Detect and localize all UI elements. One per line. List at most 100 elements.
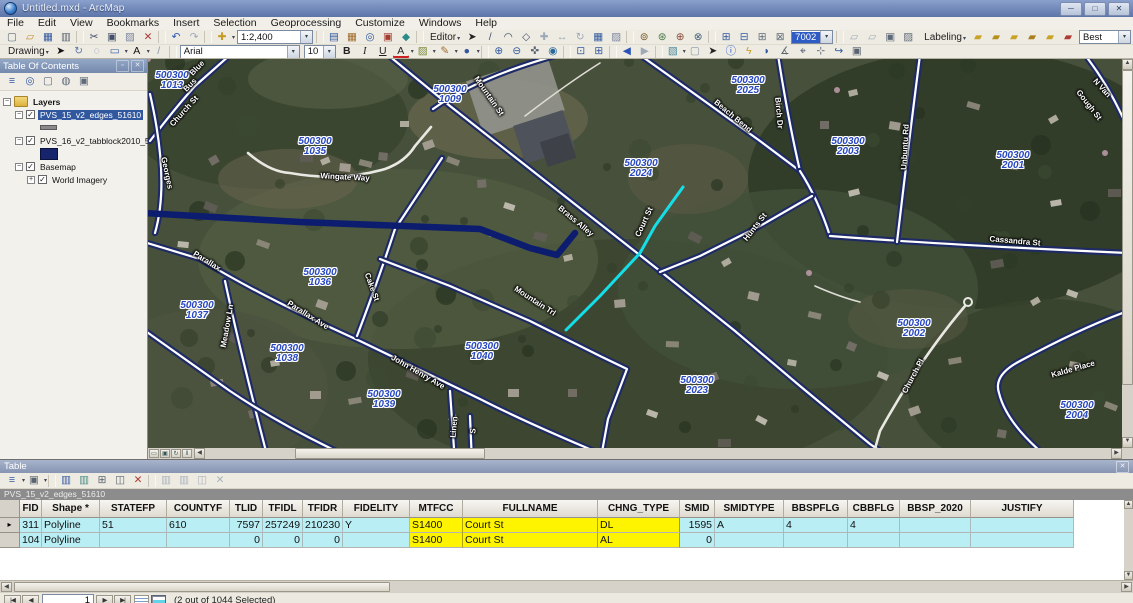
grid-tool-1-icon[interactable]: ⊞ bbox=[717, 30, 735, 45]
undo-icon[interactable]: ↶ bbox=[167, 30, 185, 45]
pause-drawing-icon[interactable]: ‖ bbox=[182, 449, 192, 458]
menu-geoprocessing[interactable]: Geoprocessing bbox=[264, 17, 349, 30]
layer-item[interactable]: Basemap bbox=[38, 162, 78, 172]
hscroll-thumb[interactable] bbox=[295, 448, 485, 459]
rectangle-tool-icon[interactable]: ▭ bbox=[106, 45, 124, 59]
save-icon[interactable]: ▦ bbox=[39, 30, 57, 45]
label-tool-4-icon[interactable]: ▰ bbox=[1023, 30, 1041, 45]
cell-statefp[interactable] bbox=[100, 533, 167, 548]
catalog-window-icon[interactable]: ▦ bbox=[343, 30, 361, 45]
add-data-icon[interactable]: ✚ bbox=[213, 30, 231, 45]
column-header-fidelity[interactable]: FIDELITY bbox=[343, 500, 410, 518]
grid-tool-2-icon[interactable]: ⊟ bbox=[735, 30, 753, 45]
line-tool-icon[interactable]: / bbox=[150, 45, 168, 59]
fixed-zoom-in-icon[interactable]: ⊡ bbox=[572, 45, 590, 59]
layout-view-icon[interactable]: ▣ bbox=[160, 449, 170, 458]
column-header-chng-type[interactable]: CHNG_TYPE bbox=[598, 500, 680, 518]
cell-bbsp-2020[interactable] bbox=[900, 533, 971, 548]
cell-justify[interactable] bbox=[971, 518, 1074, 533]
layer-checkbox[interactable]: ✓ bbox=[26, 162, 35, 171]
print-icon[interactable]: ▥ bbox=[57, 30, 75, 45]
editor-menu-button[interactable]: Editor▾ bbox=[425, 32, 463, 43]
cell-fidelity[interactable] bbox=[343, 533, 410, 548]
layer-checkbox[interactable]: ✓ bbox=[26, 110, 35, 119]
select-elements-icon[interactable]: ➤ bbox=[52, 45, 70, 59]
table-scroll-left-icon[interactable]: ◀ bbox=[1, 582, 12, 592]
page-tool-3-icon[interactable]: ▣ bbox=[881, 30, 899, 45]
full-extent-icon[interactable]: ◉ bbox=[544, 45, 562, 59]
bold-icon[interactable]: B bbox=[338, 45, 356, 59]
column-header-countyf[interactable]: COUNTYF bbox=[167, 500, 230, 518]
scroll-left-icon[interactable]: ◀ bbox=[194, 448, 205, 459]
page-tool-4-icon[interactable]: ▨ bbox=[899, 30, 917, 45]
minimize-button[interactable]: ─ bbox=[1060, 2, 1082, 16]
list-by-visibility-icon[interactable]: ▢ bbox=[39, 74, 57, 89]
cell-chng-type[interactable]: DL bbox=[598, 518, 680, 533]
sketch-properties-icon[interactable]: ▨ bbox=[607, 30, 625, 45]
column-header-justify[interactable]: JUSTIFY bbox=[971, 500, 1074, 518]
copy-icon[interactable]: ▣ bbox=[103, 30, 121, 45]
refresh-view-icon[interactable]: ↻ bbox=[171, 449, 181, 458]
cut-icon[interactable]: ✂ bbox=[85, 30, 103, 45]
column-header-tlid[interactable]: TLID bbox=[230, 500, 263, 518]
circle-tool-icon[interactable]: ◌ bbox=[88, 45, 106, 59]
text-tool-icon[interactable]: A bbox=[128, 45, 146, 59]
cell-chng-type[interactable]: AL bbox=[598, 533, 680, 548]
column-header-fid[interactable]: FID bbox=[20, 500, 42, 518]
menu-customize[interactable]: Customize bbox=[348, 17, 412, 30]
cell-shape-[interactable]: Polyline bbox=[42, 533, 100, 548]
label-tool-1-icon[interactable]: ▰ bbox=[969, 30, 987, 45]
menu-bookmarks[interactable]: Bookmarks bbox=[100, 17, 167, 30]
map-scale-combo[interactable]: 1:2,400▾ bbox=[237, 30, 313, 44]
search-window-icon[interactable]: ◎ bbox=[361, 30, 379, 45]
census-tool-3-icon[interactable]: ⊕ bbox=[671, 30, 689, 45]
census-tool-4-icon[interactable]: ⊗ bbox=[689, 30, 707, 45]
go-to-xy-icon[interactable]: ⊹ bbox=[812, 45, 830, 59]
cell-fid[interactable]: 311 bbox=[20, 518, 42, 533]
row-selector[interactable] bbox=[0, 533, 20, 548]
map-canvas[interactable]: 5003001013500300100950030010355003002025… bbox=[148, 59, 1133, 459]
font-name-combo[interactable]: Arial▾ bbox=[180, 45, 300, 59]
cell-smidtype[interactable]: A bbox=[715, 518, 784, 533]
cell-fidelity[interactable]: Y bbox=[343, 518, 410, 533]
label-tool-5-icon[interactable]: ▰ bbox=[1041, 30, 1059, 45]
column-header-cbbflg[interactable]: CBBFLG bbox=[848, 500, 900, 518]
census-tool-1-icon[interactable]: ⊚ bbox=[635, 30, 653, 45]
column-header-mtfcc[interactable]: MTFCC bbox=[410, 500, 463, 518]
cell-countyf[interactable]: 610 bbox=[167, 518, 230, 533]
table-of-contents-window-icon[interactable]: ▤ bbox=[325, 30, 343, 45]
first-record-button[interactable]: |◀ bbox=[4, 595, 21, 603]
toc-close-icon[interactable]: ✕ bbox=[131, 60, 144, 72]
maximize-button[interactable]: □ bbox=[1084, 2, 1106, 16]
paste-icon[interactable]: ▨ bbox=[121, 30, 139, 45]
cell-bbspflg[interactable]: 4 bbox=[784, 518, 848, 533]
collapse-icon[interactable]: − bbox=[15, 163, 23, 171]
column-header-shape-[interactable]: Shape * bbox=[42, 500, 100, 518]
cell-tfidr[interactable]: 0 bbox=[303, 533, 343, 548]
collapse-icon[interactable]: − bbox=[15, 111, 23, 119]
add-data-dropdown-icon[interactable]: ▾ bbox=[232, 34, 235, 41]
cell-shape-[interactable]: Polyline bbox=[42, 518, 100, 533]
cell-smidtype[interactable] bbox=[715, 533, 784, 548]
menu-view[interactable]: View bbox=[63, 17, 100, 30]
close-button[interactable]: ✕ bbox=[1108, 2, 1130, 16]
menu-help[interactable]: Help bbox=[468, 17, 504, 30]
last-record-button[interactable]: ▶| bbox=[114, 595, 131, 603]
table-hscroll-thumb[interactable] bbox=[14, 582, 390, 592]
menu-insert[interactable]: Insert bbox=[166, 17, 206, 30]
sketch-trace-icon[interactable]: ◇ bbox=[517, 30, 535, 45]
delete-selected-icon[interactable]: ✕ bbox=[129, 473, 147, 488]
select-graphics-icon[interactable]: ➤ bbox=[704, 45, 722, 59]
layer-item[interactable]: World Imagery bbox=[50, 175, 109, 185]
label-tool-6-icon[interactable]: ▰ bbox=[1059, 30, 1077, 45]
toc-pin-icon[interactable]: ▫ bbox=[116, 60, 129, 72]
toc-root-layers[interactable]: Layers bbox=[31, 97, 62, 107]
delete-icon[interactable]: ✕ bbox=[139, 30, 157, 45]
collapse-icon[interactable]: − bbox=[15, 137, 23, 145]
layer-checkbox[interactable]: ✓ bbox=[26, 136, 35, 145]
label-engine-combo[interactable]: Best▾ bbox=[1079, 30, 1131, 44]
back-extent-icon[interactable]: ◀ bbox=[618, 45, 636, 59]
cell-tfidl[interactable]: 0 bbox=[263, 533, 303, 548]
arctoolbox-icon[interactable]: ▣ bbox=[379, 30, 397, 45]
cell-bbsp-2020[interactable] bbox=[900, 518, 971, 533]
